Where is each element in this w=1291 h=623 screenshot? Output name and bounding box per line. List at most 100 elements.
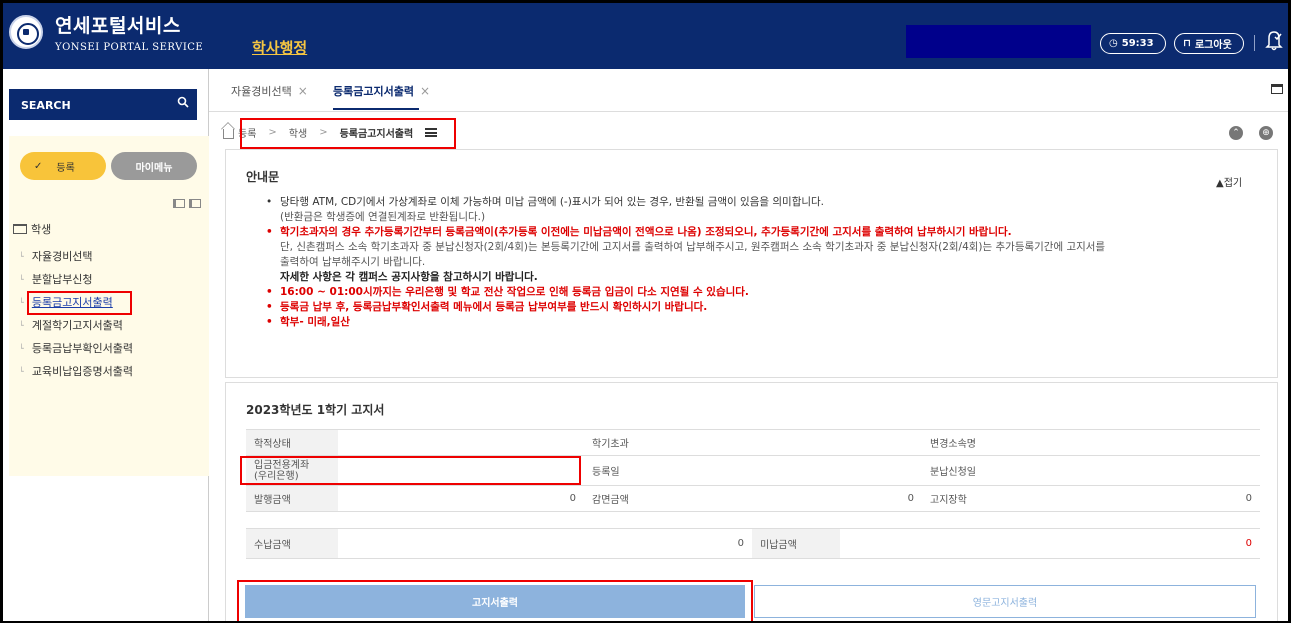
label-reduced: 감면금액 — [584, 485, 672, 512]
tree-root-label: 학생 — [31, 223, 52, 236]
value-change — [1010, 429, 1260, 456]
top-header: 연세포털서비스 YONSEI PORTAL SERVICE 학사행정 ◷ 59:… — [3, 3, 1288, 69]
register-label: 등록 — [56, 162, 75, 174]
notice-line: 학기초과자의 경우 추가등록기간부터 등록금액이(추가등록 이전에는 미납금액이… — [266, 225, 1266, 240]
redacted-user-info — [906, 25, 1091, 58]
label-exceed: 학기초과 — [584, 429, 672, 456]
search-icon[interactable] — [177, 96, 189, 108]
tab-label: 등록금고지서출력 — [333, 85, 414, 98]
header-divider — [1254, 35, 1255, 51]
highlight-sidebar-item — [27, 291, 132, 315]
sidebar-item-seasonal-bill[interactable]: └ 계절학기고지서출력 — [19, 317, 123, 333]
logout-label: 로그아웃 — [1194, 40, 1232, 51]
sidebar-item-label: 교육비납입증명서출력 — [31, 365, 134, 378]
sidebar-item-label: 계절학기고지서출력 — [31, 319, 123, 332]
window-icon[interactable] — [1271, 84, 1283, 94]
value-installment — [1010, 455, 1260, 486]
timer-value: 59:33 — [1121, 38, 1154, 49]
notice-line: (반환금은 학생증에 연결된계좌로 반환됩니다.) — [280, 211, 486, 223]
tree-branch-icon: └ — [19, 320, 24, 330]
tree-toggle-tools — [173, 199, 201, 208]
left-sidebar: SEARCH ✓ 등록 마이메뉴 학생 └ 자율경비선택 └ 분할납부신청 └ … — [3, 69, 209, 621]
folder-icon — [13, 224, 27, 234]
notice-panel: 안내문 ▲접기 당타행 ATM, CD기에서 가상계좌로 이체 가능하며 미납 … — [225, 149, 1278, 378]
sidebar-item-installment[interactable]: └ 분할납부신청 — [19, 271, 93, 287]
close-icon[interactable]: × — [420, 84, 430, 98]
nav-academic-admin[interactable]: 학사행정 — [252, 37, 307, 58]
notice-title: 안내문 — [246, 170, 280, 184]
label-issued: 발행금액 — [246, 485, 338, 512]
value-exceed — [672, 429, 922, 456]
tab-label: 자율경비선택 — [231, 85, 292, 98]
clock-icon: ◷ — [1109, 38, 1118, 49]
label-change: 변경소속명 — [922, 429, 1010, 456]
fold-toggle[interactable]: ▲접기 — [1216, 174, 1242, 189]
expand-all-icon[interactable] — [189, 199, 201, 208]
sidebar-item-label: 등록금납부확인서출력 — [31, 342, 134, 355]
my-menu-button[interactable]: 마이메뉴 — [111, 152, 197, 180]
value-status — [338, 429, 584, 456]
bill-payment-table: 수납금액 0 미납금액 0 — [246, 528, 1260, 559]
highlight-print-button — [237, 580, 753, 621]
notice-line: 출력하여 납부해주시기 바랍니다. — [280, 256, 426, 268]
bell-icon[interactable] — [1265, 29, 1283, 51]
sidebar-search[interactable]: SEARCH — [9, 89, 197, 122]
sidebar-item-label: 자율경비선택 — [31, 250, 93, 263]
tree-branch-icon: └ — [19, 297, 24, 307]
value-issued: 0 — [338, 485, 584, 512]
sidebar-item-label: 분할납부신청 — [31, 273, 93, 286]
tree-branch-icon: └ — [19, 343, 24, 353]
value-reduced: 0 — [672, 485, 922, 512]
notice-line: 당타행 ATM, CD기에서 가상계좌로 이체 가능하며 미납 금액에 (-)표… — [266, 195, 1266, 210]
highlight-account-field — [240, 456, 581, 485]
sidebar-item-edu-cert[interactable]: └ 교육비납입증명서출력 — [19, 363, 133, 379]
notice-list: 당타행 ATM, CD기에서 가상계좌로 이체 가능하며 미납 금액에 (-)표… — [266, 195, 1266, 330]
session-timer[interactable]: ◷ 59:33 — [1100, 33, 1166, 54]
label-regdate: 등록일 — [584, 455, 672, 486]
label-status: 학적상태 — [246, 429, 338, 456]
register-menu-button[interactable]: ✓ 등록 — [20, 152, 106, 180]
notice-line: 자세한 사항은 각 캠퍼스 공지사항을 참고하시기 바랍니다. — [280, 271, 538, 283]
value-regdate — [672, 455, 922, 486]
highlight-breadcrumb — [240, 118, 456, 149]
active-tab-indicator — [333, 108, 419, 110]
notice-line: 학부- 미래,일산 — [266, 315, 1266, 330]
label-unpaid: 미납금액 — [752, 528, 840, 559]
bill-title: 2023학년도 1학기 고지서 — [246, 403, 385, 417]
value-unpaid: 0 — [840, 528, 1260, 559]
tree-branch-icon: └ — [19, 366, 24, 376]
table-row: 수납금액 0 미납금액 0 — [246, 528, 1260, 559]
collapse-all-icon[interactable] — [173, 199, 185, 208]
notice-line: 단, 신촌캠퍼스 소속 학기초과자 중 분납신청자(2회/4회)는 본등록기간에… — [280, 241, 1106, 253]
label-scholar: 고지장학 — [922, 485, 1010, 512]
globe-icon[interactable]: ⊕ — [1259, 126, 1273, 140]
label-paid: 수납금액 — [246, 528, 338, 559]
main-content: 자율경비선택 × 등록금고지서출력 × 등록 > 학생 > 등록금고지서출력 ⌃… — [209, 69, 1288, 621]
tab-bar: 자율경비선택 × 등록금고지서출력 × — [209, 69, 1288, 112]
tab-tuition-bill[interactable]: 등록금고지서출력 × — [333, 83, 430, 99]
table-row: 학적상태 학기초과 변경소속명 — [246, 429, 1260, 456]
tree-branch-icon: └ — [19, 251, 24, 261]
university-seal-icon — [9, 15, 43, 49]
search-label: SEARCH — [21, 99, 71, 112]
scroll-up-icon[interactable]: ⌃ — [1229, 126, 1243, 140]
tree-branch-icon: └ — [19, 274, 24, 284]
tree-root-student[interactable]: 학생 — [13, 221, 51, 237]
notice-line: 등록금 납부 후, 등록금납부확인서출력 메뉴에서 등록금 납부여부를 반드시 … — [266, 300, 1266, 315]
brand-subtitle: YONSEI PORTAL SERVICE — [55, 42, 204, 53]
portal-logo[interactable]: 연세포털서비스 YONSEI PORTAL SERVICE — [9, 11, 203, 53]
tab-self-fee[interactable]: 자율경비선택 × — [231, 83, 308, 99]
notice-line: 16:00 ~ 01:00시까지는 우리은행 및 학교 전산 작업으로 인해 등… — [266, 285, 1266, 300]
brand-title: 연세포털서비스 — [55, 15, 181, 37]
value-scholar: 0 — [1010, 485, 1260, 512]
app-frame: 연세포털서비스 YONSEI PORTAL SERVICE 학사행정 ◷ 59:… — [0, 0, 1291, 623]
sidebar-item-self-fee[interactable]: └ 자율경비선택 — [19, 248, 93, 264]
home-icon[interactable] — [223, 129, 234, 139]
lock-icon: ⊓ — [1183, 38, 1191, 49]
sidebar-item-payment-confirm[interactable]: └ 등록금납부확인서출력 — [19, 340, 133, 356]
close-icon[interactable]: × — [298, 84, 308, 98]
print-english-bill-button[interactable]: 영문고지서출력 — [754, 585, 1256, 618]
logout-button[interactable]: ⊓ 로그아웃 — [1174, 33, 1244, 54]
table-row: 발행금액 0 감면금액 0 고지장학 0 — [246, 485, 1260, 512]
label-installment: 분납신청일 — [922, 455, 1010, 486]
